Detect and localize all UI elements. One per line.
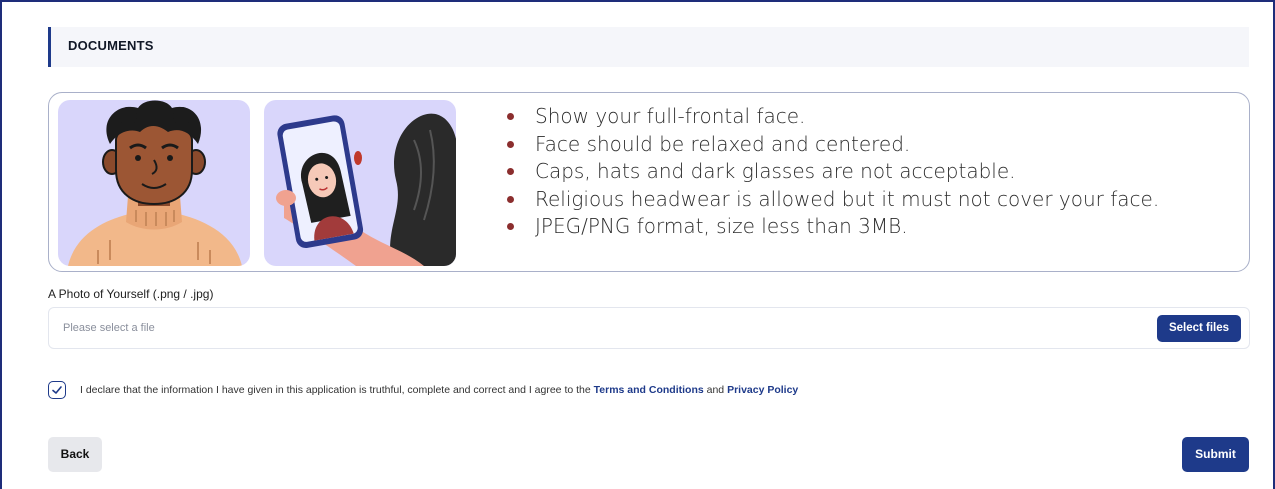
bullet-icon <box>507 223 514 230</box>
privacy-link[interactable]: Privacy Policy <box>727 384 798 396</box>
requirement-item: Face should be relaxed and centered. <box>507 131 1159 159</box>
requirement-item: JPEG/PNG format, size less than 3MB. <box>507 213 1159 241</box>
selfie-phone-illustration <box>264 100 456 266</box>
file-placeholder: Please select a file <box>63 322 155 334</box>
terms-link[interactable]: Terms and Conditions <box>594 384 704 396</box>
section-header: DOCUMENTS <box>48 27 1249 67</box>
requirement-item: Show your full-frontal face. <box>507 103 1159 131</box>
submit-button[interactable]: Submit <box>1182 437 1249 472</box>
select-files-button[interactable]: Select files <box>1157 315 1241 342</box>
declaration-text: I declare that the information I have gi… <box>80 384 799 396</box>
checkmark-icon <box>52 386 62 394</box>
back-button[interactable]: Back <box>48 437 102 472</box>
bullet-icon <box>507 140 514 148</box>
requirement-item: Religious headwear is allowed but it mus… <box>507 186 1159 214</box>
declaration-checkbox[interactable] <box>48 381 66 399</box>
bullet-icon <box>507 195 514 203</box>
man-portrait-illustration <box>58 100 250 266</box>
photo-requirements-list: Show your full-frontal face. Face should… <box>507 103 1159 241</box>
requirement-item: Caps, hats and dark glasses are not acce… <box>507 158 1159 186</box>
photo-field-label: A Photo of Yourself (.png / .jpg) <box>48 287 214 301</box>
declaration-row: I declare that the information I have gi… <box>48 380 798 400</box>
bullet-icon <box>507 168 514 175</box>
section-title: DOCUMENTS <box>68 38 154 53</box>
photo-file-input[interactable]: Please select a file Select files <box>48 307 1250 349</box>
bullet-icon <box>507 113 514 120</box>
photo-guidelines-box: Show your full-frontal face. Face should… <box>48 92 1250 272</box>
